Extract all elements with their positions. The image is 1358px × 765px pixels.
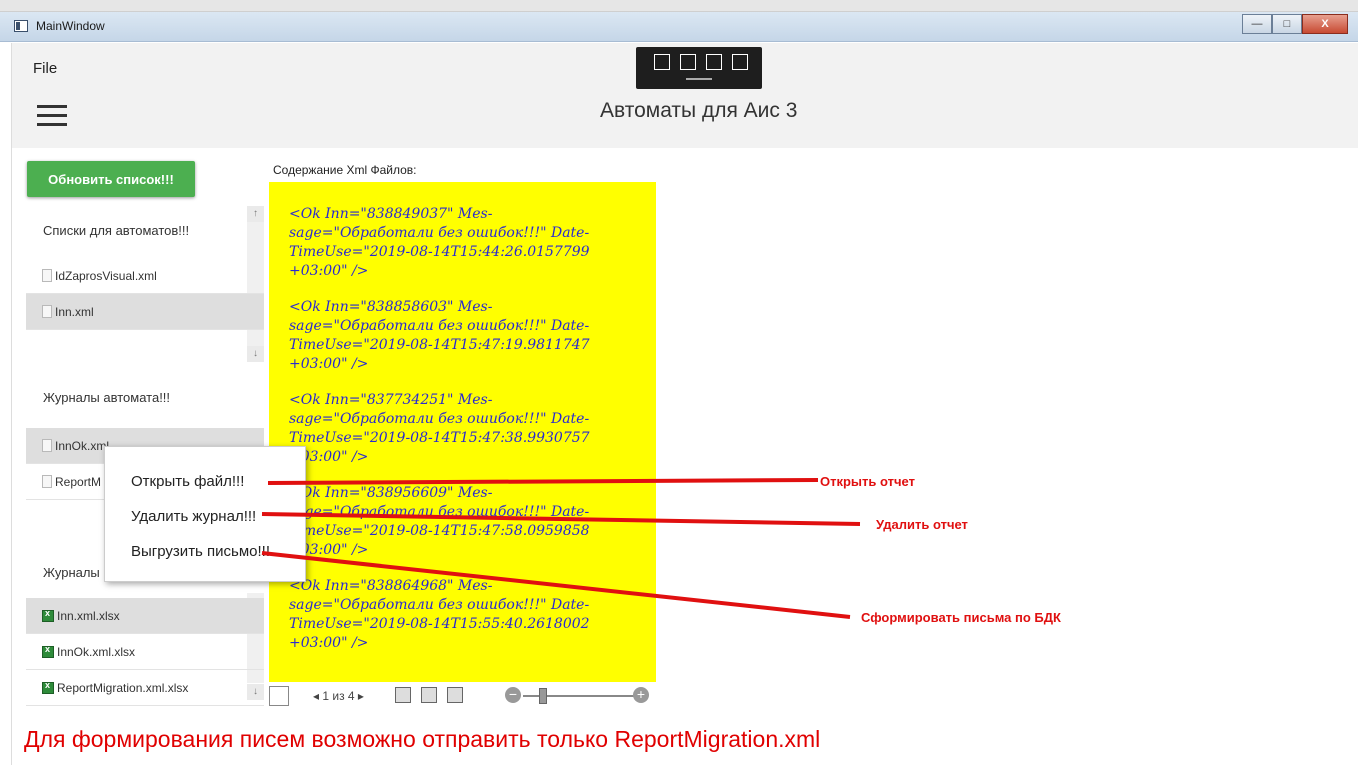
- xml-entry: <Ok Inn="838849037" Mes-sage="Обработали…: [289, 206, 590, 279]
- hamburger-menu-icon[interactable]: [37, 105, 67, 127]
- scroll-up-icon[interactable]: ↑: [247, 206, 264, 222]
- excel-file-icon: [42, 644, 54, 658]
- context-delete-journal[interactable]: Удалить журнал!!!: [131, 508, 256, 525]
- screen: MainWindow — □ X File Автоматы для Аис 3…: [0, 0, 1358, 765]
- annotation-export: Сформировать письма по БДК: [861, 610, 1061, 625]
- file-icon: [42, 305, 52, 318]
- toolbar-grip[interactable]: [686, 78, 712, 80]
- background-strip: [0, 0, 1358, 12]
- section-journals-label: Журналы автомата!!!: [43, 390, 171, 405]
- list-item[interactable]: ReportMigration.xml.xlsx: [26, 670, 264, 706]
- context-export-letter[interactable]: Выгрузить письмо!!!: [131, 543, 270, 560]
- zoom-slider-thumb[interactable]: [539, 688, 547, 704]
- refresh-list-button[interactable]: Обновить список!!!: [27, 161, 195, 197]
- file-icon: [42, 475, 52, 488]
- list-item-label: InnOk.xml: [55, 438, 110, 453]
- list-item-label: IdZaprosVisual.xml: [55, 268, 157, 283]
- close-button[interactable]: X: [1302, 14, 1348, 34]
- window-title: MainWindow: [36, 19, 105, 33]
- page-indicator[interactable]: ◂ 1 из 4 ▸: [313, 689, 364, 703]
- xml-entry: <Ok Inn="837734251" Mes-sage="Обработали…: [289, 392, 590, 465]
- window-controls: — □ X: [1242, 14, 1348, 34]
- page-with-text-icon[interactable]: [447, 687, 463, 703]
- list-item-label: ReportM: [55, 474, 102, 489]
- app-title: Автоматы для Аис 3: [600, 99, 798, 122]
- single-page-icon[interactable]: [395, 687, 411, 703]
- annotation-open: Открыть отчет: [820, 474, 915, 489]
- window-titlebar: MainWindow — □ X: [0, 12, 1358, 42]
- menu-file[interactable]: File: [33, 60, 57, 77]
- bottom-note: Для формирования писем возможно отправит…: [24, 726, 821, 752]
- context-menu: Открыть файл!!! Удалить журнал!!! Выгруз…: [104, 446, 306, 582]
- two-page-icon[interactable]: [421, 687, 437, 703]
- annotation-delete: Удалить отчет: [876, 517, 968, 532]
- section-lists-label: Списки для автоматов!!!: [43, 223, 190, 238]
- app-header: File Автоматы для Аис 3: [12, 43, 1358, 148]
- xml-entry: <Ok Inn="838858603" Mes-sage="Обработали…: [289, 299, 590, 372]
- xml-entry: <Ok Inn="838864968" Mes-sage="Обработали…: [289, 578, 590, 651]
- list-item[interactable]: Inn.xml: [26, 294, 264, 330]
- maximize-button[interactable]: □: [1272, 14, 1302, 34]
- document-viewer-toolbar: ◂ 1 из 4 ▸ − +: [269, 684, 669, 708]
- track-focus-icon[interactable]: [706, 54, 722, 70]
- layout-adorners-icon[interactable]: [732, 54, 748, 70]
- zoom-out-icon[interactable]: −: [505, 687, 521, 703]
- list-item-label: Inn.xml.xlsx: [57, 608, 120, 623]
- xml-content-viewer[interactable]: <Ok Inn="838849037" Mes-sage="Обработали…: [269, 182, 656, 682]
- excel-file-icon: [42, 680, 54, 694]
- list-item[interactable]: InnOk.xml.xlsx: [26, 634, 264, 670]
- list-item[interactable]: Inn.xml.xlsx: [26, 598, 264, 634]
- list-item-label: ReportMigration.xml.xlsx: [57, 680, 189, 695]
- display-adorners-icon[interactable]: [680, 54, 696, 70]
- search-icon[interactable]: [269, 686, 289, 706]
- content-label: Содержание Xml Файлов:: [273, 163, 417, 177]
- context-open-file[interactable]: Открыть файл!!!: [131, 473, 244, 490]
- app-area: File Автоматы для Аис 3 Обновить список!…: [12, 43, 1358, 765]
- list-item-label: Inn.xml: [55, 304, 94, 319]
- file-icon: [42, 439, 52, 452]
- section-excel-label: Журналы: [43, 565, 100, 580]
- scroll-down-icon[interactable]: ↓: [247, 346, 264, 362]
- list-item-label: InnOk.xml.xlsx: [57, 644, 136, 659]
- file-icon: [42, 269, 52, 282]
- zoom-in-icon[interactable]: +: [633, 687, 649, 703]
- debug-toolbar: [636, 47, 762, 89]
- window-icon: [14, 20, 28, 32]
- left-edge: [0, 43, 12, 765]
- select-element-icon[interactable]: [654, 54, 670, 70]
- xml-entry: <Ok Inn="838956609" Mes-sage="Обработали…: [289, 485, 590, 558]
- minimize-button[interactable]: —: [1242, 14, 1272, 34]
- excel-file-icon: [42, 608, 54, 622]
- list-item[interactable]: IdZaprosVisual.xml: [26, 258, 264, 294]
